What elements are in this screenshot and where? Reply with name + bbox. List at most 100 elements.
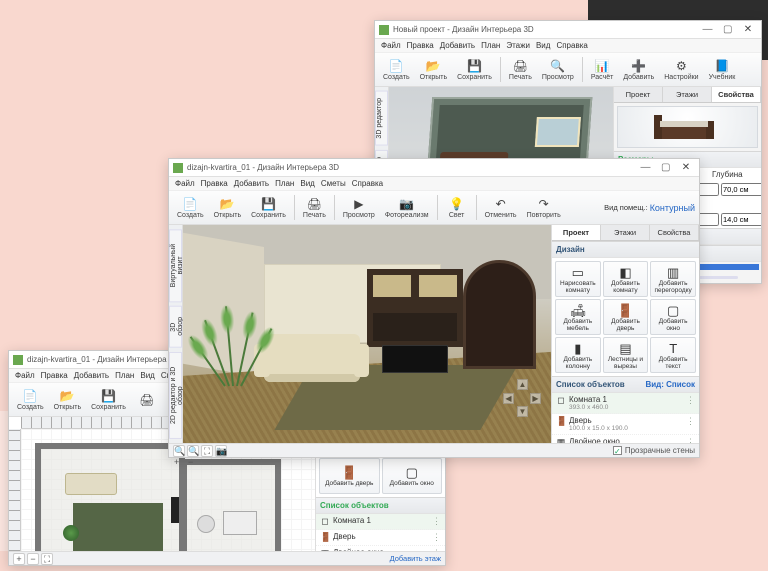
minimize-button[interactable]: —	[637, 162, 655, 173]
minimize-button[interactable]: —	[699, 24, 717, 35]
help-button[interactable]: 📘Учебник	[705, 55, 740, 84]
preview-button[interactable]: ▶Просмотр	[339, 193, 379, 222]
object-menu-icon[interactable]: ⋮	[686, 416, 695, 427]
menu-правка[interactable]: Правка	[201, 179, 228, 188]
object-item[interactable]: 🚪Дверь⋮	[316, 530, 445, 546]
action-нарисовать-комнату[interactable]: ▭Нарисовать комнату	[555, 261, 601, 297]
settings-button[interactable]: ⚙Настройки	[660, 55, 702, 84]
action-добавить-дверь[interactable]: 🚪Добавить дверь	[319, 458, 380, 494]
menu-этажи[interactable]: Этажи	[506, 41, 530, 50]
side-tab-0[interactable]: 3D редактор	[375, 91, 388, 146]
titlebar[interactable]: dizajn-kvartira_01 - Дизайн Интерьера 3D…	[169, 159, 699, 177]
redo-button[interactable]: ↷Повторить	[523, 193, 565, 222]
side-tab-2[interactable]: 2D редактор и 3D обзор	[169, 352, 182, 439]
menu-вид[interactable]: Вид	[140, 371, 154, 380]
maximize-button[interactable]: ▢	[657, 162, 675, 173]
panel-tab-этажи[interactable]: Этажи	[663, 87, 712, 102]
open-button[interactable]: 📂Открыть	[416, 55, 452, 84]
photo-button[interactable]: 📷Фотореализм	[381, 193, 433, 222]
menu-вид[interactable]: Вид	[300, 179, 314, 188]
plan-room-1[interactable]	[35, 443, 185, 551]
open-button[interactable]: 📂Открыть	[50, 385, 86, 414]
floor-val-2[interactable]	[721, 213, 761, 226]
plan-room-2[interactable]	[181, 459, 281, 551]
object-menu-icon[interactable]: ⋮	[432, 516, 441, 527]
action-лестницы-и-вырезы[interactable]: ▤Лестницы и вырезы	[603, 337, 649, 373]
menu-файл[interactable]: Файл	[381, 41, 401, 50]
plan-tv[interactable]	[171, 497, 179, 523]
light-button[interactable]: 💡Свет	[442, 193, 472, 222]
panel-tab-проект[interactable]: Проект	[552, 225, 601, 240]
zoom-fit-button[interactable]: ⛶	[41, 553, 53, 565]
undo-button[interactable]: ↶Отменить	[481, 193, 521, 222]
menu-справка[interactable]: Справка	[352, 179, 383, 188]
menu-добавить[interactable]: Добавить	[74, 371, 109, 380]
object-menu-icon[interactable]: ⋮	[686, 395, 695, 406]
panel-tab-проект[interactable]: Проект	[614, 87, 663, 102]
viewport-3d[interactable]: ▲ ▼ ◀ ▶	[183, 225, 551, 443]
nav-up-button[interactable]: ▲	[517, 379, 528, 390]
zoom-out-button[interactable]: 🔍−	[187, 445, 199, 457]
render-mode-link[interactable]: Контурный	[650, 203, 695, 213]
save-button[interactable]: 💾Сохранить	[247, 193, 290, 222]
plan-round-table[interactable]	[197, 515, 215, 533]
close-button[interactable]: ✕	[739, 24, 757, 35]
create-button[interactable]: 📄Создать	[13, 385, 48, 414]
menu-файл[interactable]: Файл	[15, 371, 35, 380]
close-button[interactable]: ✕	[677, 162, 695, 173]
add-floor-link[interactable]: Добавить этаж	[390, 554, 441, 563]
titlebar[interactable]: Новый проект - Дизайн Интерьера 3D — ▢ ✕	[375, 21, 761, 39]
side-tab-0[interactable]: Виртуальный визит	[169, 229, 182, 302]
panel-tab-свойства[interactable]: Свойства	[650, 225, 699, 240]
object-item[interactable]: ◻Комната 1⋮	[316, 514, 445, 530]
zoom-out-button[interactable]: −	[27, 553, 39, 565]
action-добавить-колонну[interactable]: ▮Добавить колонну	[555, 337, 601, 373]
height-input[interactable]	[721, 183, 761, 196]
menu-добавить[interactable]: Добавить	[440, 41, 475, 50]
menu-правка[interactable]: Правка	[41, 371, 68, 380]
object-menu-icon[interactable]: ⋮	[432, 532, 441, 543]
action-добавить-перегородку[interactable]: ▥Добавить перегородку	[650, 261, 696, 297]
transparent-walls-checkbox[interactable]: ✓ Прозрачные стены	[613, 446, 695, 455]
panel-tab-этажи[interactable]: Этажи	[601, 225, 650, 240]
action-добавить-окно[interactable]: ▢Добавить окно	[650, 299, 696, 335]
menu-план[interactable]: План	[275, 179, 294, 188]
object-item[interactable]: ▦Двойное окно147.0 x 22.9 x 152.0⋮	[552, 435, 699, 443]
plan-table[interactable]	[223, 511, 257, 535]
menu-план[interactable]: План	[115, 371, 134, 380]
snapshot-button[interactable]: 📷	[215, 445, 227, 457]
menu-план[interactable]: План	[481, 41, 500, 50]
panel-tab-свойства[interactable]: Свойства	[712, 87, 761, 102]
list-view-toggle[interactable]: Вид: Список	[645, 380, 695, 389]
nav-down-button[interactable]: ▼	[517, 406, 528, 417]
menu-сметы[interactable]: Сметы	[321, 179, 346, 188]
object-item[interactable]: ◻Комната 1393.0 x 460.0⋮	[552, 393, 699, 414]
print-button[interactable]: 🖨Печать	[299, 193, 330, 222]
create-button[interactable]: 📄Создать	[173, 193, 208, 222]
menu-добавить[interactable]: Добавить	[234, 179, 269, 188]
action-добавить-мебель[interactable]: 🛋Добавить мебель	[555, 299, 601, 335]
menu-вид[interactable]: Вид	[536, 41, 550, 50]
save-button[interactable]: 💾Сохранить	[453, 55, 496, 84]
plan-plant[interactable]	[63, 525, 79, 541]
print-button[interactable]: 🖨	[132, 389, 162, 411]
action-добавить-окно[interactable]: ▢Добавить окно	[382, 458, 443, 494]
action-добавить-дверь[interactable]: 🚪Добавить дверь	[603, 299, 649, 335]
zoom-in-button[interactable]: +	[13, 553, 25, 565]
open-button[interactable]: 📂Открыть	[210, 193, 246, 222]
side-tab-1[interactable]: 3D обзор	[169, 306, 182, 348]
action-добавить-комнату[interactable]: ◧Добавить комнату	[603, 261, 649, 297]
nav-left-button[interactable]: ◀	[503, 393, 514, 404]
create-button[interactable]: 📄Создать	[379, 55, 414, 84]
menu-файл[interactable]: Файл	[175, 179, 195, 188]
plan-sofa[interactable]	[65, 473, 117, 495]
zoom-fit-button[interactable]: ⛶	[201, 445, 213, 457]
menu-правка[interactable]: Правка	[407, 41, 434, 50]
action-добавить-текст[interactable]: TДобавить текст	[650, 337, 696, 373]
save-button[interactable]: 💾Сохранить	[87, 385, 130, 414]
preview-button[interactable]: 🔍Просмотр	[538, 55, 578, 84]
plan-rug[interactable]	[73, 503, 163, 551]
menu-справка[interactable]: Справка	[556, 41, 587, 50]
addroom-button[interactable]: ➕Добавить	[619, 55, 658, 84]
calc-button[interactable]: 📊Расчёт	[587, 55, 618, 84]
